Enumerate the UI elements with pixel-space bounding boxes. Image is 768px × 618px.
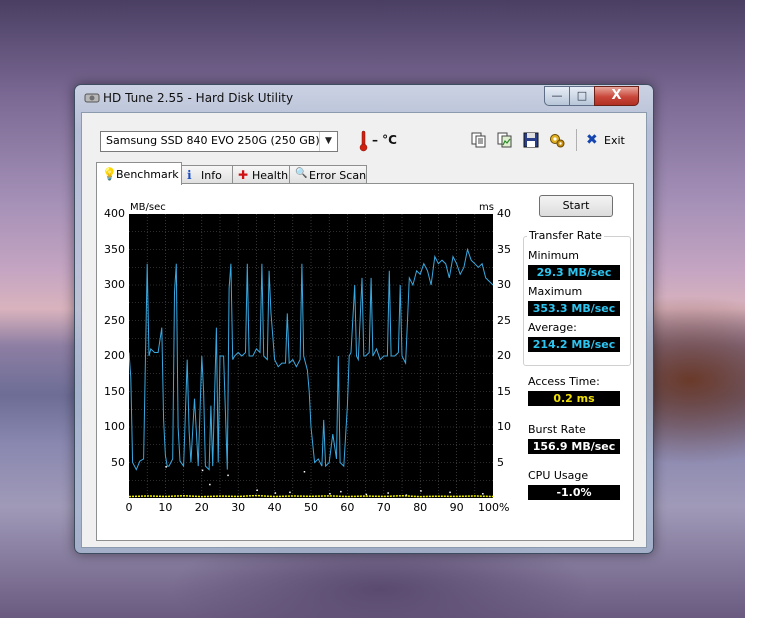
exit-button[interactable]: ✖ Exit: [586, 130, 628, 150]
options-gears-icon[interactable]: [548, 131, 566, 149]
x-tick-label: 30: [231, 501, 246, 514]
info-icon: ℹ: [187, 168, 192, 182]
y2-tick-label: 5: [497, 455, 504, 469]
minimum-label: Minimum: [528, 249, 579, 262]
y-tick-label: 50: [111, 455, 125, 469]
tab-error-scan-label: Error Scan: [309, 169, 367, 182]
access-time-point: [387, 492, 389, 494]
x-tick-label: 100%: [478, 501, 510, 514]
close-button[interactable]: X: [594, 86, 639, 106]
drive-select-value: Samsung SSD 840 EVO 250G (250 GB): [106, 134, 320, 147]
lightbulb-icon: 💡: [102, 167, 117, 181]
transfer-rate-legend: Transfer Rate: [527, 229, 604, 242]
access-time-point: [165, 466, 167, 468]
cpu-usage-label: CPU Usage: [528, 469, 589, 482]
tab-health-label: Health: [252, 169, 289, 182]
tab-info-label: Info: [201, 169, 222, 182]
average-label: Average:: [528, 321, 577, 334]
copy-image-icon[interactable]: [496, 131, 514, 149]
y2-tick-label: 30: [497, 278, 511, 291]
access-time-point: [449, 491, 451, 494]
window-client-area: Samsung SSD 840 EVO 250G (250 GB) ▼ – °C…: [81, 112, 647, 548]
access-time-point: [256, 489, 258, 491]
minimum-value: 29.3 MB/sec: [528, 265, 620, 280]
access-time-point: [274, 492, 277, 494]
y-tick-label: 200: [104, 349, 125, 362]
x-tick-label: 70: [376, 501, 391, 514]
toolbar-separator: [576, 129, 577, 151]
copy-text-icon[interactable]: [470, 131, 488, 149]
access-time-point: [340, 490, 342, 493]
burst-rate-value: 156.9 MB/sec: [528, 439, 620, 454]
access-time-point: [420, 490, 422, 492]
minimize-icon: —: [551, 89, 563, 102]
y-tick-label: 250: [104, 313, 125, 327]
x-tick-label: 50: [304, 501, 318, 514]
y2-tick-label: 35: [497, 242, 511, 256]
access-time-point: [303, 471, 306, 473]
access-time-point: [227, 474, 229, 477]
x-tick-label: 40: [267, 501, 282, 514]
tab-benchmark-label: Benchmark: [116, 168, 179, 181]
y-tick-label: 150: [104, 384, 125, 398]
maximize-button[interactable]: □: [569, 86, 595, 106]
minimize-button[interactable]: —: [544, 86, 570, 106]
access-time-point: [329, 493, 331, 495]
cpu-usage-value: -1.0%: [528, 485, 620, 500]
start-button[interactable]: Start: [539, 195, 613, 217]
tab-error-scan[interactable]: 🔍 Error Scan: [289, 165, 367, 184]
title-bar[interactable]: HD Tune 2.55 - Hard Disk Utility — □ X: [75, 85, 653, 111]
exit-x-icon: ✖: [586, 132, 598, 148]
y2-tick-label: 25: [497, 313, 511, 327]
y2-tick-label: 15: [497, 384, 511, 398]
x-tick-label: 90: [449, 501, 464, 514]
health-cross-icon: ✚: [238, 168, 249, 182]
benchmark-chart: [129, 214, 493, 498]
maximum-label: Maximum: [528, 285, 583, 298]
tab-info[interactable]: ℹ Info: [181, 165, 233, 184]
access-time-value: 0.2 ms: [528, 391, 620, 406]
x-tick-label: 80: [413, 501, 428, 514]
maximum-value: 353.3 MB/sec: [528, 301, 620, 316]
tab-benchmark[interactable]: 💡 Benchmark: [96, 162, 182, 185]
tab-health[interactable]: ✚ Health: [232, 165, 290, 184]
access-time-point: [209, 483, 211, 486]
magnifier-icon: 🔍: [295, 168, 308, 179]
thermometer-icon: [359, 130, 368, 152]
access-time-point: [289, 491, 291, 494]
hard-disk-app-icon: [84, 93, 100, 103]
hdtune-window: HD Tune 2.55 - Hard Disk Utility — □ X S…: [74, 84, 654, 554]
y-axis-label: MB/sec: [130, 202, 166, 213]
maximize-icon: □: [576, 89, 588, 102]
y-tick-label: 300: [104, 278, 125, 291]
chevron-down-icon[interactable]: ▼: [319, 132, 337, 151]
y-tick-label: 350: [104, 242, 125, 256]
y2-tick-label: 10: [497, 420, 511, 433]
x-tick-label: 60: [340, 501, 355, 514]
x-tick-label: 20: [194, 501, 209, 514]
y2-tick-label: 20: [497, 349, 511, 362]
access-time-point: [365, 493, 368, 496]
window-title: HD Tune 2.55 - Hard Disk Utility: [103, 91, 294, 105]
burst-rate-label: Burst Rate: [528, 423, 586, 436]
screen-edge: [745, 0, 768, 618]
x-tick-label: 10: [158, 501, 173, 514]
temperature-readout: – °C: [372, 133, 397, 147]
benchmark-chart-canvas: [129, 214, 493, 498]
x-tick-label: 0: [125, 501, 133, 514]
average-value: 214.2 MB/sec: [528, 337, 620, 352]
exit-label: Exit: [604, 134, 625, 147]
access-time-point: [482, 493, 484, 495]
benchmark-panel: MB/sec ms Start Transfer Rate Minimum 29…: [96, 183, 634, 541]
y2-axis-label: ms: [479, 202, 494, 213]
save-icon[interactable]: [522, 131, 540, 149]
access-time-label: Access Time:: [528, 375, 600, 388]
close-icon: X: [611, 88, 622, 103]
y-tick-label: 100: [104, 420, 125, 433]
y2-tick-label: 40: [497, 207, 511, 220]
drive-select[interactable]: Samsung SSD 840 EVO 250G (250 GB) ▼: [100, 131, 338, 152]
access-time-point: [201, 469, 204, 472]
y-tick-label: 400: [104, 207, 125, 220]
